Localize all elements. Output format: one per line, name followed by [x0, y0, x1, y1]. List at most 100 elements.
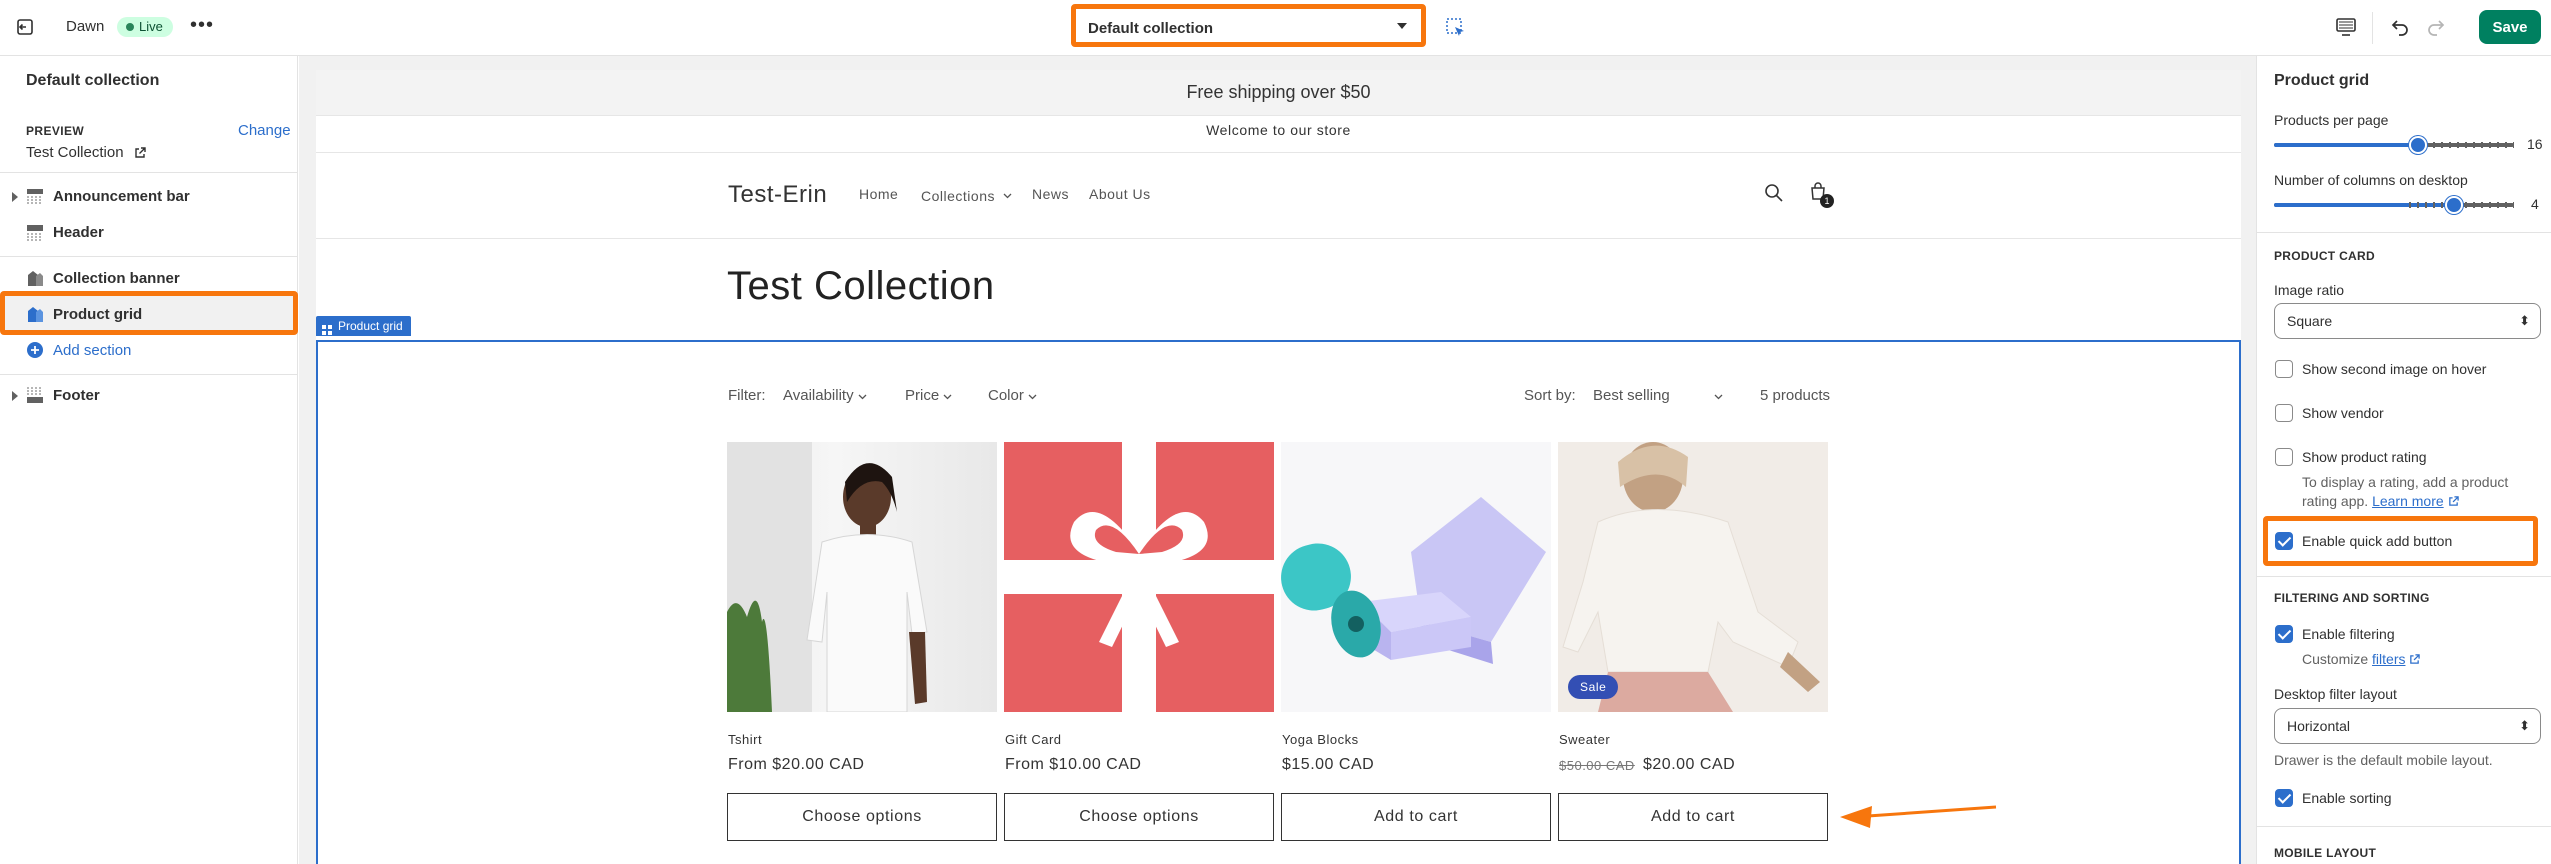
product-title[interactable]: Sweater	[1559, 732, 1610, 747]
preview-value-text: Test Collection	[26, 144, 124, 161]
sort-value: Best selling	[1593, 387, 1670, 404]
exit-icon[interactable]	[16, 17, 36, 37]
product-price: From $10.00 CAD	[1005, 756, 1142, 773]
collection-icon	[26, 269, 44, 291]
filtering-heading: FILTERING AND SORTING	[2274, 591, 2430, 605]
sort-select[interactable]: Best selling	[1593, 387, 1723, 404]
enable-sorting-checkbox[interactable]	[2275, 789, 2293, 807]
customize-label: Customize	[2302, 651, 2369, 667]
customize-filters-text: Customize filters	[2302, 651, 2421, 668]
section-announcement-bar[interactable]: Announcement bar	[0, 178, 298, 214]
welcome-text: Welcome to our store	[1206, 122, 1351, 138]
redo-icon[interactable]	[2425, 16, 2447, 38]
image-ratio-select[interactable]: Square	[2274, 303, 2541, 339]
change-preview-link[interactable]: Change	[238, 122, 291, 139]
second-image-checkbox[interactable]	[2275, 360, 2293, 378]
product-image-sweater[interactable]: Sale	[1558, 442, 1828, 712]
template-select[interactable]: Default collection	[1071, 4, 1426, 47]
section-header[interactable]: Header	[0, 214, 298, 250]
products-per-page-slider[interactable]	[2274, 136, 2514, 154]
nav-home[interactable]: Home	[859, 186, 898, 202]
add-section-button[interactable]: Add section	[0, 332, 298, 368]
quick-add-checkbox[interactable]	[2275, 532, 2293, 550]
enable-sorting-label: Enable sorting	[2302, 790, 2392, 806]
filter-price-label: Price	[905, 387, 940, 404]
filter-availability[interactable]: Availability	[783, 387, 867, 404]
product-price: From $20.00 CAD	[728, 756, 865, 773]
external-link-icon	[2448, 493, 2459, 512]
learn-more-link[interactable]: Learn more	[2372, 493, 2444, 509]
enable-filtering-checkbox[interactable]	[2275, 625, 2293, 643]
chevron-down-icon	[943, 387, 952, 404]
nav-about-us[interactable]: About Us	[1089, 186, 1151, 202]
mobile-layout-heading: MOBILE LAYOUT	[2274, 846, 2377, 860]
undo-icon[interactable]	[2389, 16, 2411, 38]
second-image-label: Show second image on hover	[2302, 361, 2487, 377]
product-title[interactable]: Tshirt	[728, 732, 762, 747]
product-price: $15.00 CAD	[1282, 756, 1375, 773]
filter-price[interactable]: Price	[905, 387, 952, 404]
section-footer[interactable]: Footer	[0, 377, 298, 413]
slider-thumb[interactable]	[2409, 136, 2427, 154]
section-tag: Product grid	[316, 316, 411, 336]
show-vendor-checkbox[interactable]	[2275, 404, 2293, 422]
nav-news[interactable]: News	[1032, 186, 1069, 202]
desktop-preview-icon[interactable]	[2335, 17, 2357, 37]
section-tag-label: Product grid	[338, 319, 403, 333]
nav-collections[interactable]: Collections	[921, 186, 1012, 204]
divider	[0, 256, 298, 257]
caret-down-icon	[1397, 23, 1407, 29]
filter-layout-label: Desktop filter layout	[2274, 686, 2397, 702]
store-logo[interactable]: Test-Erin	[728, 181, 827, 209]
columns-slider[interactable]	[2274, 196, 2514, 214]
divider	[2256, 826, 2551, 827]
product-image-tshirt[interactable]	[727, 442, 997, 712]
product-title[interactable]: Yoga Blocks	[1282, 732, 1359, 747]
divider	[2256, 576, 2551, 577]
sort-label: Sort by:	[1524, 387, 1576, 404]
slider-thumb[interactable]	[2445, 196, 2463, 214]
product-title[interactable]: Gift Card	[1005, 732, 1062, 747]
filters-link[interactable]: filters	[2372, 651, 2405, 667]
add-to-cart-button[interactable]: Add to cart	[1558, 793, 1828, 841]
more-options-icon[interactable]: •••	[190, 14, 214, 37]
chevron-down-icon	[1003, 186, 1012, 202]
product-image-yoga-blocks[interactable]	[1281, 442, 1551, 712]
show-rating-label: Show product rating	[2302, 449, 2427, 465]
product-price: $20.00 CAD	[1643, 756, 1736, 773]
template-select-value: Default collection	[1088, 20, 1214, 37]
divider	[2256, 232, 2551, 233]
show-rating-checkbox[interactable]	[2275, 448, 2293, 466]
search-icon[interactable]	[1764, 183, 1784, 203]
section-label: Announcement bar	[53, 187, 190, 205]
section-label: Product grid	[53, 305, 143, 323]
section-label: Header	[53, 223, 104, 241]
save-button[interactable]: Save	[2479, 10, 2541, 44]
divider	[316, 238, 2241, 239]
preview-value[interactable]: Test Collection	[26, 144, 146, 163]
filter-color[interactable]: Color	[988, 387, 1037, 404]
inspector-icon[interactable]	[1445, 17, 1467, 39]
section-product-grid[interactable]: Product grid	[0, 296, 298, 332]
product-image-gift-card[interactable]	[1004, 442, 1274, 712]
shipping-text: Free shipping over $50	[1186, 82, 1371, 102]
section-label: Footer	[53, 386, 100, 404]
columns-label: Number of columns on desktop	[2274, 172, 2468, 188]
products-per-page-value: 16	[2527, 136, 2543, 152]
announcement-bar-icon	[26, 187, 44, 209]
external-link-icon	[2409, 652, 2421, 668]
product-count: 5 products	[1760, 387, 1831, 404]
columns-value: 4	[2531, 196, 2539, 212]
expand-icon[interactable]	[12, 391, 18, 401]
expand-icon[interactable]	[12, 192, 18, 202]
divider	[0, 374, 298, 375]
choose-options-button[interactable]: Choose options	[1004, 793, 1274, 841]
filter-layout-select[interactable]: Horizontal	[2274, 708, 2541, 744]
sale-badge: Sale	[1568, 675, 1619, 699]
choose-options-button[interactable]: Choose options	[727, 793, 997, 841]
add-to-cart-button[interactable]: Add to cart	[1281, 793, 1551, 841]
settings-title: Product grid	[2274, 72, 2370, 89]
product-grid-section-outline	[316, 340, 2241, 864]
filter-label: Filter:	[728, 387, 766, 404]
divider	[316, 152, 2241, 153]
